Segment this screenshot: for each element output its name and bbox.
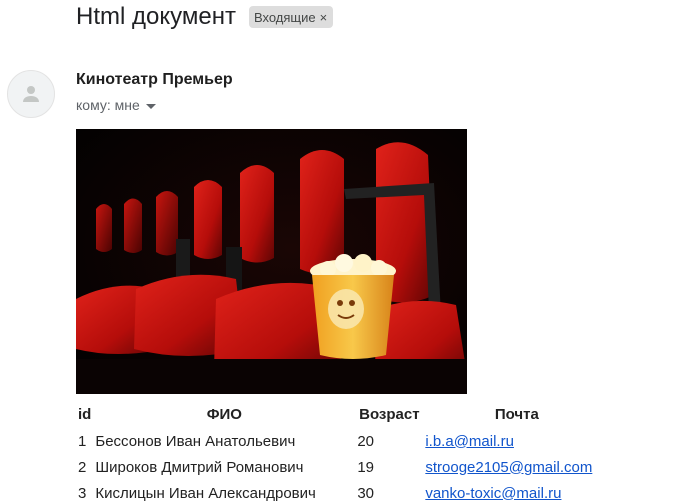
header-age: Возраст [359, 405, 420, 423]
remove-label-icon[interactable]: × [320, 10, 328, 25]
cell-email: strooge2105@gmail.com [423, 454, 610, 480]
table-row: 3 Кислицын Иван Александрович 30 vanko-t… [76, 480, 610, 503]
email-link[interactable]: i.b.a@mail.ru [425, 433, 514, 450]
cell-id: 2 [78, 458, 87, 476]
sender-name[interactable]: Кинотеатр Премьер [76, 71, 233, 89]
cell-email: vanko-toxic@mail.ru [423, 480, 610, 503]
chevron-down-icon[interactable] [145, 103, 156, 109]
header-email: Почта [494, 405, 539, 423]
cell-fio: Бессонов Иван Анатольевич [95, 432, 296, 450]
users-table: id ФИО Возраст Почта 1 Бессонов Иван Ана… [76, 400, 610, 503]
cell-id: 1 [78, 432, 87, 450]
table-row: 1 Бессонов Иван Анатольевич 20 i.b.a@mai… [76, 428, 610, 454]
recipient-text: кому: мне [76, 97, 140, 113]
inbox-label-chip[interactable]: Входящие × [248, 6, 334, 28]
cell-age: 20 [357, 432, 375, 450]
email-subject: Html документ [76, 3, 236, 30]
header-id: id [78, 405, 92, 423]
subject-row: Html документ Входящие × [76, 0, 334, 34]
inbox-label-text: Входящие [253, 9, 316, 25]
cinema-photo [76, 129, 467, 394]
cell-fio: Широков Дмитрий Романович [95, 458, 304, 476]
email-link[interactable]: strooge2105@gmail.com [425, 459, 592, 476]
recipient-line[interactable]: кому: мне [76, 97, 156, 113]
cell-fio: Кислицын Иван Александрович [95, 484, 316, 502]
email-link[interactable]: vanko-toxic@mail.ru [425, 485, 561, 502]
header-fio: ФИО [206, 405, 242, 423]
cell-email: i.b.a@mail.ru [423, 428, 610, 454]
sender-avatar[interactable] [7, 70, 55, 118]
cinema-seats-image [76, 129, 467, 394]
cell-age: 30 [357, 484, 375, 502]
cell-age: 19 [357, 458, 375, 476]
table-row: 2 Широков Дмитрий Романович 19 strooge21… [76, 454, 610, 480]
table-header-row: id ФИО Возраст Почта [76, 400, 610, 428]
person-icon [23, 86, 39, 102]
cell-id: 3 [78, 484, 87, 502]
